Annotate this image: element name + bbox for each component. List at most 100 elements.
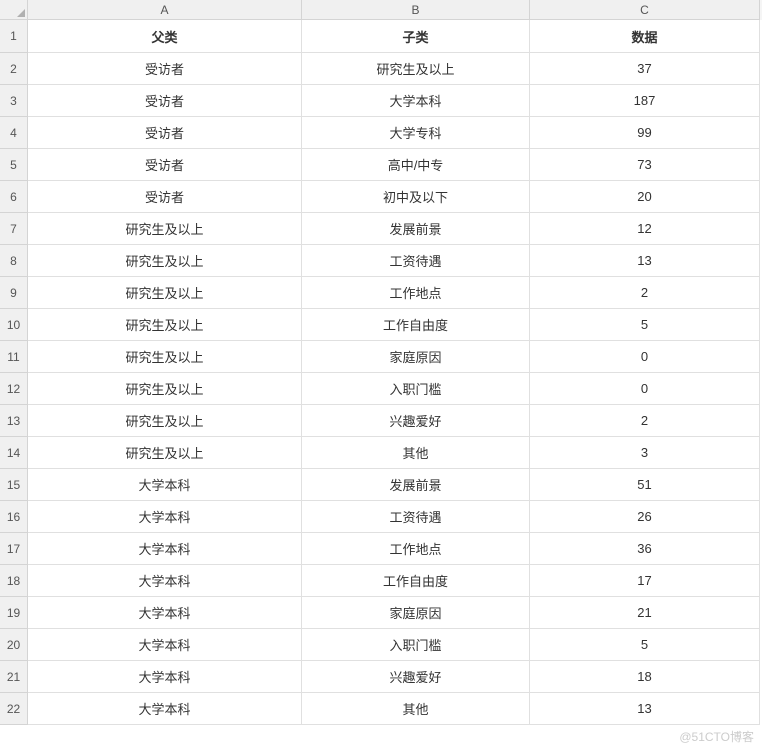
- row-header[interactable]: 13: [0, 405, 28, 437]
- row-header[interactable]: 21: [0, 661, 28, 693]
- table-row: 12研究生及以上入职门槛0: [0, 373, 762, 405]
- cell-parent[interactable]: 研究生及以上: [28, 309, 302, 341]
- cell-child[interactable]: 工作地点: [302, 277, 530, 309]
- cell-data[interactable]: 5: [530, 629, 760, 661]
- row-header[interactable]: 12: [0, 373, 28, 405]
- cell-child[interactable]: 家庭原因: [302, 597, 530, 629]
- cell-child[interactable]: 工资待遇: [302, 245, 530, 277]
- cell-child[interactable]: 兴趣爱好: [302, 405, 530, 437]
- cell-parent[interactable]: 受访者: [28, 117, 302, 149]
- cell-parent[interactable]: 研究生及以上: [28, 277, 302, 309]
- cell-parent[interactable]: 大学本科: [28, 661, 302, 693]
- cell-child[interactable]: 工作地点: [302, 533, 530, 565]
- cell-child[interactable]: 其他: [302, 693, 530, 725]
- cell-data[interactable]: 73: [530, 149, 760, 181]
- cell-parent[interactable]: 研究生及以上: [28, 405, 302, 437]
- cell-data[interactable]: 37: [530, 53, 760, 85]
- cell-child[interactable]: 工作自由度: [302, 565, 530, 597]
- row-header[interactable]: 20: [0, 629, 28, 661]
- row-header[interactable]: 4: [0, 117, 28, 149]
- column-header-c[interactable]: C: [530, 0, 760, 20]
- row-header[interactable]: 7: [0, 213, 28, 245]
- cell-parent[interactable]: 受访者: [28, 149, 302, 181]
- cell-parent[interactable]: 研究生及以上: [28, 245, 302, 277]
- cell-parent[interactable]: 大学本科: [28, 501, 302, 533]
- table-row: 18大学本科工作自由度17: [0, 565, 762, 597]
- cell-parent[interactable]: 受访者: [28, 181, 302, 213]
- cell-data[interactable]: 2: [530, 405, 760, 437]
- row-header[interactable]: 14: [0, 437, 28, 469]
- cell-parent[interactable]: 大学本科: [28, 693, 302, 725]
- row-header[interactable]: 8: [0, 245, 28, 277]
- cell-data[interactable]: 2: [530, 277, 760, 309]
- cell-child[interactable]: 大学专科: [302, 117, 530, 149]
- row-header[interactable]: 18: [0, 565, 28, 597]
- table-row: 8研究生及以上工资待遇13: [0, 245, 762, 277]
- row-header[interactable]: 22: [0, 693, 28, 725]
- cell-data[interactable]: 12: [530, 213, 760, 245]
- cell-child[interactable]: 工作自由度: [302, 309, 530, 341]
- cell-parent[interactable]: 受访者: [28, 53, 302, 85]
- row-header[interactable]: 11: [0, 341, 28, 373]
- row-header[interactable]: 16: [0, 501, 28, 533]
- cell-data[interactable]: 20: [530, 181, 760, 213]
- cell-child[interactable]: 大学本科: [302, 85, 530, 117]
- cell-parent[interactable]: 大学本科: [28, 629, 302, 661]
- table-row: 14研究生及以上其他3: [0, 437, 762, 469]
- cell-data[interactable]: 3: [530, 437, 760, 469]
- cell-child[interactable]: 工资待遇: [302, 501, 530, 533]
- cell-data[interactable]: 0: [530, 373, 760, 405]
- table-row: 13研究生及以上兴趣爱好2: [0, 405, 762, 437]
- cell-data[interactable]: 数据: [530, 20, 760, 53]
- row-header[interactable]: 10: [0, 309, 28, 341]
- row-header[interactable]: 19: [0, 597, 28, 629]
- table-row: 5受访者高中/中专73: [0, 149, 762, 181]
- cell-child[interactable]: 高中/中专: [302, 149, 530, 181]
- cell-data[interactable]: 17: [530, 565, 760, 597]
- cell-parent[interactable]: 研究生及以上: [28, 373, 302, 405]
- cell-child[interactable]: 发展前景: [302, 213, 530, 245]
- row-header[interactable]: 5: [0, 149, 28, 181]
- row-header[interactable]: 1: [0, 20, 28, 53]
- cell-child[interactable]: 发展前景: [302, 469, 530, 501]
- cell-parent[interactable]: 大学本科: [28, 533, 302, 565]
- cell-child[interactable]: 家庭原因: [302, 341, 530, 373]
- row-header[interactable]: 9: [0, 277, 28, 309]
- cell-parent[interactable]: 受访者: [28, 85, 302, 117]
- row-header[interactable]: 2: [0, 53, 28, 85]
- table-row: 15大学本科发展前景51: [0, 469, 762, 501]
- cell-child[interactable]: 其他: [302, 437, 530, 469]
- cell-parent[interactable]: 父类: [28, 20, 302, 53]
- select-all-corner[interactable]: [0, 0, 28, 20]
- cell-data[interactable]: 99: [530, 117, 760, 149]
- cell-data[interactable]: 187: [530, 85, 760, 117]
- row-header[interactable]: 3: [0, 85, 28, 117]
- cell-parent[interactable]: 研究生及以上: [28, 213, 302, 245]
- column-header-a[interactable]: A: [28, 0, 302, 20]
- cell-child[interactable]: 入职门槛: [302, 629, 530, 661]
- cell-parent[interactable]: 大学本科: [28, 565, 302, 597]
- cell-child[interactable]: 入职门槛: [302, 373, 530, 405]
- row-header[interactable]: 17: [0, 533, 28, 565]
- cell-parent[interactable]: 研究生及以上: [28, 437, 302, 469]
- cell-data[interactable]: 18: [530, 661, 760, 693]
- cell-data[interactable]: 13: [530, 245, 760, 277]
- cell-data[interactable]: 26: [530, 501, 760, 533]
- cell-parent[interactable]: 大学本科: [28, 597, 302, 629]
- cell-data[interactable]: 21: [530, 597, 760, 629]
- column-headers-row: A B C: [0, 0, 762, 20]
- row-header[interactable]: 15: [0, 469, 28, 501]
- cell-data[interactable]: 51: [530, 469, 760, 501]
- cell-data[interactable]: 5: [530, 309, 760, 341]
- row-header[interactable]: 6: [0, 181, 28, 213]
- cell-parent[interactable]: 大学本科: [28, 469, 302, 501]
- cell-child[interactable]: 兴趣爱好: [302, 661, 530, 693]
- cell-data[interactable]: 0: [530, 341, 760, 373]
- cell-data[interactable]: 13: [530, 693, 760, 725]
- cell-parent[interactable]: 研究生及以上: [28, 341, 302, 373]
- cell-data[interactable]: 36: [530, 533, 760, 565]
- cell-child[interactable]: 子类: [302, 20, 530, 53]
- cell-child[interactable]: 研究生及以上: [302, 53, 530, 85]
- cell-child[interactable]: 初中及以下: [302, 181, 530, 213]
- column-header-b[interactable]: B: [302, 0, 530, 20]
